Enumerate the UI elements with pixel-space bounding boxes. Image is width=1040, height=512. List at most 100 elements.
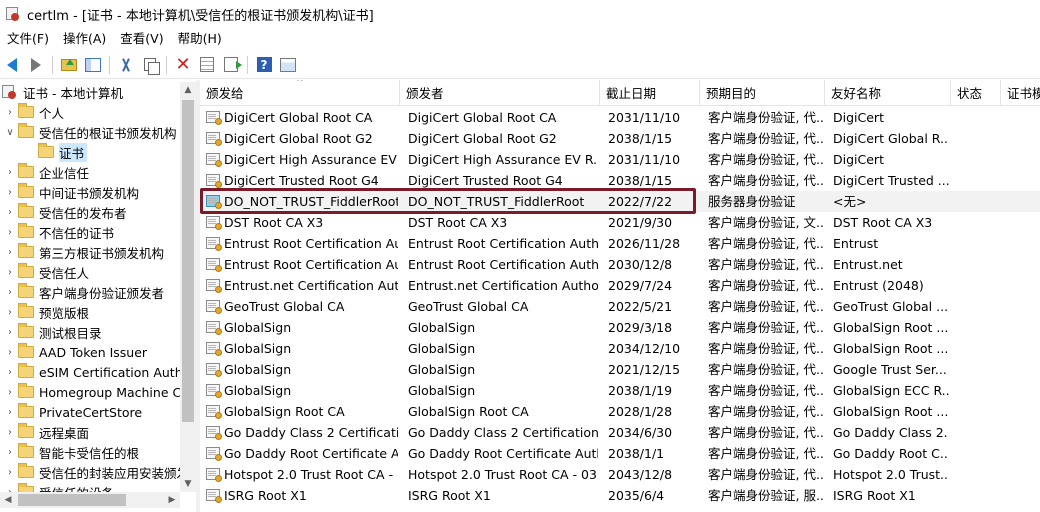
expand-chevron-icon[interactable]: › — [4, 247, 16, 258]
table-row[interactable]: DST Root CA X3 DST Root CA X3 2021/9/30 客户端… — [200, 212, 1040, 233]
expand-chevron-icon[interactable]: › — [4, 367, 16, 378]
delete-button[interactable]: ✕ — [172, 54, 194, 76]
column-certificate-template[interactable]: 证书模 — [1001, 80, 1040, 106]
folder-icon — [18, 303, 34, 318]
forward-button[interactable] — [25, 54, 47, 76]
tree-item[interactable]: › 智能卡受信任的根 — [4, 442, 139, 462]
expand-chevron-icon[interactable]: › — [4, 287, 16, 298]
menu-view[interactable]: 查看(V) — [113, 28, 170, 50]
tree-item[interactable]: › Homegroup Machine C — [4, 382, 181, 402]
tree-item-label: 受信任的发布者 — [39, 205, 127, 221]
tree-item[interactable]: › AAD Token Issuer — [4, 342, 147, 362]
tree-item[interactable]: › 客户端身份验证颁发者 — [4, 282, 164, 302]
cut-button[interactable] — [115, 54, 137, 76]
table-row[interactable]: DigiCert Global Root G2 DigiCert Global R… — [200, 128, 1040, 149]
console-tree[interactable]: 证书 - 本地计算机 › 个人 ∨ 受信任的根证书颁发机构 证书 › 企业信任 › 中间证书颁发… — [0, 80, 196, 512]
menu-file[interactable]: 文件(F) — [0, 28, 56, 50]
toolbar-separator — [247, 55, 248, 74]
expand-chevron-icon[interactable]: › — [4, 267, 16, 278]
table-row[interactable]: GlobalSign GlobalSign 2021/12/15 客户端身份验证, 代… — [200, 359, 1040, 380]
table-row[interactable]: Hotspot 2.0 Trust Root CA - ... Hotspot 2… — [200, 464, 1040, 485]
tree-item[interactable]: › 个人 — [4, 102, 64, 122]
expand-chevron-icon[interactable]: › — [4, 207, 16, 218]
scroll-up-icon[interactable]: ▲ — [180, 82, 196, 98]
table-row[interactable]: DigiCert High Assurance EV ... DigiCert H… — [200, 149, 1040, 170]
export-list-button[interactable] — [220, 54, 242, 76]
column-issued-by[interactable]: 颁发者 — [400, 80, 600, 106]
scroll-left-icon[interactable]: ◀ — [0, 492, 16, 508]
tree-item[interactable]: › 受信任人 — [4, 262, 89, 282]
tree-item[interactable]: › 远程桌面 — [4, 422, 89, 442]
menu-bar: 文件(F) 操作(A) 查看(V) 帮助(H) — [0, 28, 1040, 50]
expand-chevron-icon[interactable]: › — [4, 167, 16, 178]
help-button[interactable]: ? — [253, 54, 275, 76]
table-row[interactable]: ISRG Root X1 ISRG Root X1 2035/6/4 客户端身份验证,… — [200, 485, 1040, 506]
back-button[interactable] — [1, 54, 23, 76]
tree-item[interactable]: › 不信任的证书 — [4, 222, 114, 242]
expand-chevron-icon[interactable]: › — [4, 387, 16, 398]
table-row[interactable]: GlobalSign GlobalSign 2034/12/10 客户端身份验证, 代… — [200, 338, 1040, 359]
table-row[interactable]: DigiCert Global Root CA DigiCert Global R… — [200, 107, 1040, 128]
scroll-down-icon[interactable]: ▼ — [180, 476, 196, 492]
folder-icon — [18, 283, 34, 298]
cell-issued-by: GlobalSign — [408, 320, 476, 335]
collapse-chevron-icon[interactable]: ∨ — [4, 127, 16, 138]
cell-issued-to: GeoTrust Global CA — [224, 299, 345, 314]
menu-action[interactable]: 操作(A) — [56, 28, 113, 50]
tree-item[interactable]: › 第三方根证书颁发机构 — [4, 242, 164, 262]
table-row[interactable]: Entrust Root Certification Au... Entrust … — [200, 233, 1040, 254]
cell-friendly-name: Hotspot 2.0 Trust... — [833, 467, 949, 482]
scroll-right-icon[interactable]: ▶ — [164, 492, 180, 508]
tree-item[interactable]: › 预览版根 — [4, 302, 89, 322]
menu-help[interactable]: 帮助(H) — [171, 28, 229, 50]
expand-chevron-icon[interactable]: › — [4, 187, 16, 198]
table-row[interactable]: Go Daddy Root Certificate A... Go Daddy R… — [200, 443, 1040, 464]
column-issued-to[interactable]: ^ 颁发给 — [200, 80, 400, 106]
cell-intended-purposes: 客户端身份验证, 代... — [708, 131, 824, 146]
view-options-button[interactable] — [277, 54, 299, 76]
expand-chevron-icon[interactable]: › — [4, 407, 16, 418]
show-hide-tree-button[interactable] — [82, 54, 104, 76]
up-level-button[interactable] — [58, 54, 80, 76]
tree-item[interactable]: › eSIM Certification Autho — [4, 362, 190, 382]
scroll-thumb[interactable] — [182, 100, 194, 422]
expand-chevron-icon[interactable]: › — [4, 327, 16, 338]
column-expiration-date[interactable]: 截止日期 — [600, 80, 700, 106]
properties-button[interactable] — [196, 54, 218, 76]
column-status[interactable]: 状态 — [951, 80, 1001, 106]
tree-item[interactable]: › 测试根目录 — [4, 322, 102, 342]
certificate-list[interactable]: ^ 颁发给 颁发者 截止日期 预期目的 友好名称 状态 证书模 DigiCert… — [200, 80, 1040, 512]
folder-icon — [18, 343, 34, 358]
cell-friendly-name: Entrust (2048) — [833, 278, 924, 293]
table-row[interactable]: GlobalSign GlobalSign 2029/3/18 客户端身份验证, 代.… — [200, 317, 1040, 338]
tree-root[interactable]: 证书 - 本地计算机 — [2, 82, 123, 102]
certificate-icon — [206, 383, 222, 398]
tree-item[interactable]: ∨ 受信任的根证书颁发机构 — [4, 122, 177, 142]
copy-button[interactable] — [139, 54, 161, 76]
column-friendly-name[interactable]: 友好名称 — [825, 80, 951, 106]
tree-item-label: 第三方根证书颁发机构 — [39, 245, 165, 261]
expand-chevron-icon[interactable]: › — [4, 427, 16, 438]
tree-item[interactable]: › 企业信任 — [4, 162, 89, 182]
tree-horizontal-scrollbar[interactable]: ◀ ▶ — [0, 492, 180, 508]
tree-item[interactable]: › 中间证书颁发机构 — [4, 182, 139, 202]
expand-chevron-icon[interactable]: › — [4, 347, 16, 358]
expand-chevron-icon[interactable]: › — [4, 107, 16, 118]
scroll-thumb[interactable] — [18, 494, 126, 506]
column-intended-purposes[interactable]: 预期目的 — [700, 80, 825, 106]
tree-item[interactable]: › 受信任的发布者 — [4, 202, 127, 222]
table-row[interactable]: GeoTrust Global CA GeoTrust Global CA 2022… — [200, 296, 1040, 317]
expand-chevron-icon[interactable]: › — [4, 447, 16, 458]
tree-vertical-scrollbar[interactable]: ▲ ▼ — [180, 82, 196, 492]
expand-chevron-icon[interactable]: › — [4, 467, 16, 478]
expand-chevron-icon[interactable]: › — [4, 307, 16, 318]
tree-item[interactable]: › PrivateCertStore — [4, 402, 142, 422]
expand-chevron-icon[interactable]: › — [4, 227, 16, 238]
table-row[interactable]: Go Daddy Class 2 Certificati... Go Daddy … — [200, 422, 1040, 443]
table-row[interactable]: Entrust Root Certification Au... Entrust … — [200, 254, 1040, 275]
table-row[interactable]: GlobalSign Root CA GlobalSign Root CA 2028… — [200, 401, 1040, 422]
table-row[interactable]: Entrust.net Certification Auth... Entrust… — [200, 275, 1040, 296]
table-row[interactable]: GlobalSign GlobalSign 2038/1/19 客户端身份验证, 代.… — [200, 380, 1040, 401]
tree-item[interactable]: 证书 — [22, 142, 88, 162]
tree-item[interactable]: › 受信任的封装应用安装颁发 — [4, 462, 189, 482]
